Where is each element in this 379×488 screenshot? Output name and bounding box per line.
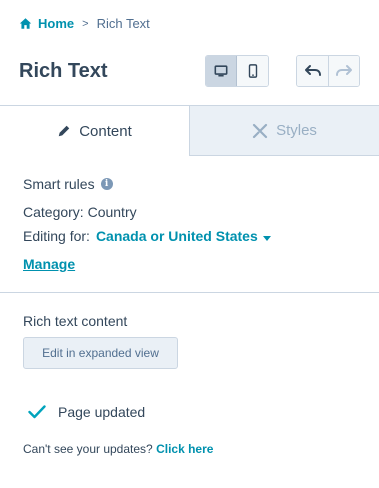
smart-rules-section: Smart rules i Category: Country Editing … <box>0 156 379 293</box>
redo-button[interactable] <box>328 56 359 86</box>
breadcrumb-separator: > <box>82 17 89 30</box>
smart-rules-label: Smart rules <box>23 176 95 192</box>
tools-icon <box>252 123 268 138</box>
undo-icon <box>304 65 321 76</box>
breadcrumb-current: Rich Text <box>96 16 150 31</box>
redo-icon <box>336 65 352 76</box>
tab-content[interactable]: Content <box>0 106 190 156</box>
desktop-icon <box>214 65 228 77</box>
editing-for-dropdown[interactable]: Canada or United States <box>96 228 271 244</box>
cant-see-updates: Can't see your updates? Click here <box>23 442 213 456</box>
editor-tabs: Content Styles <box>0 106 379 156</box>
editor-header: Home > Rich Text Rich Text <box>0 0 379 106</box>
rich-text-label: Rich text content <box>23 313 128 329</box>
cant-see-text: Can't see your updates? <box>23 442 153 456</box>
editing-for-label: Editing for: <box>23 228 90 244</box>
pencil-icon <box>58 125 70 137</box>
history-controls <box>296 55 360 87</box>
undo-button[interactable] <box>297 56 328 86</box>
checkmark-icon <box>28 405 46 419</box>
smart-rules-heading: Smart rules i <box>23 176 113 192</box>
breadcrumb-home-link[interactable]: Home <box>38 16 74 31</box>
category-text: Category: Country <box>23 204 137 220</box>
tab-styles[interactable]: Styles <box>190 106 379 155</box>
page-updated-status: Page updated <box>28 404 145 420</box>
editing-for: Editing for: Canada or United States <box>23 228 271 244</box>
page-title: Rich Text <box>19 60 108 82</box>
device-preview-toggle <box>205 55 269 87</box>
home-icon <box>19 18 32 29</box>
click-here-link[interactable]: Click here <box>156 442 213 456</box>
manage-link[interactable]: Manage <box>23 256 75 272</box>
breadcrumb: Home > Rich Text <box>19 16 150 31</box>
mobile-preview-button[interactable] <box>237 56 268 86</box>
edit-expanded-view-button[interactable]: Edit in expanded view <box>23 337 178 369</box>
mobile-icon <box>248 64 257 78</box>
tab-styles-label: Styles <box>276 122 317 139</box>
editing-for-value: Canada or United States <box>95 228 258 244</box>
tab-content-label: Content <box>79 122 132 140</box>
desktop-preview-button[interactable] <box>206 56 237 86</box>
chevron-down-icon <box>262 236 271 241</box>
page-updated-text: Page updated <box>58 404 146 420</box>
info-icon[interactable]: i <box>100 178 113 190</box>
